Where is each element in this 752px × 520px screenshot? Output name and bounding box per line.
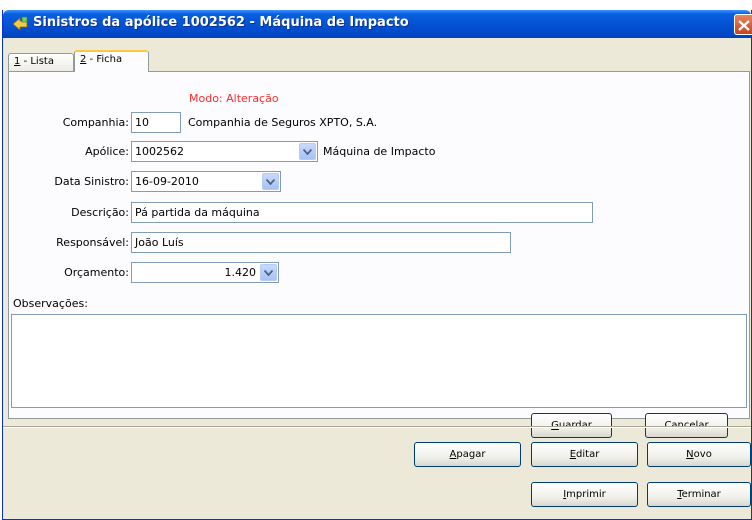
descricao-label: Descrição: bbox=[71, 206, 129, 219]
novo-accesskey: N bbox=[686, 449, 694, 460]
data-sinistro-value: 16-09-2010 bbox=[135, 175, 199, 188]
observacoes-label: Observações: bbox=[13, 297, 88, 310]
observacoes-textarea[interactable] bbox=[11, 314, 747, 408]
data-sinistro-label: Data Sinistro: bbox=[54, 175, 129, 188]
apolice-description: Máquina de Impacto bbox=[323, 145, 436, 158]
apagar-button[interactable]: Apagar bbox=[414, 442, 521, 467]
ficha-panel: Modo: Alteração Companhia: 10 Companhia … bbox=[8, 71, 750, 438]
separator bbox=[3, 426, 751, 428]
window-title: Sinistros da apólice 1002562 - Máquina d… bbox=[33, 15, 409, 30]
editar-button[interactable]: Editar bbox=[531, 442, 638, 467]
companhia-label: Companhia: bbox=[62, 116, 129, 129]
imprimir-label: mprimir bbox=[566, 489, 606, 500]
data-sinistro-picker[interactable]: 16-09-2010 bbox=[131, 171, 281, 192]
tab-ficha[interactable]: 2 - Ficha bbox=[74, 50, 149, 72]
apagar-label: pagar bbox=[456, 449, 486, 460]
terminar-label: erminar bbox=[681, 489, 721, 500]
novo-button[interactable]: Novo bbox=[647, 442, 751, 467]
orcamento-label: Orçamento: bbox=[64, 266, 129, 279]
apolice-label: Apólice: bbox=[85, 145, 129, 158]
apolice-dropdown-button[interactable] bbox=[299, 143, 316, 160]
chevron-down-icon bbox=[264, 270, 273, 276]
tab-ficha-label: - Ficha bbox=[86, 54, 123, 65]
chevron-down-icon bbox=[266, 179, 275, 185]
descricao-input[interactable]: Pá partida da máquina bbox=[131, 202, 593, 223]
orcamento-dropdown-button[interactable] bbox=[260, 264, 277, 281]
title-bar[interactable]: Sinistros da apólice 1002562 - Máquina d… bbox=[3, 10, 752, 38]
companhia-name: Companhia de Seguros XPTO, S.A. bbox=[188, 116, 378, 129]
companhia-input[interactable]: 10 bbox=[131, 112, 181, 133]
terminar-button[interactable]: Terminar bbox=[647, 482, 751, 507]
tab-lista[interactable]: 1 - Lista bbox=[8, 53, 74, 71]
orcamento-value: 1.420 bbox=[224, 266, 257, 279]
apolice-select[interactable]: 1002562 bbox=[131, 141, 318, 162]
novo-label: ovo bbox=[693, 449, 712, 460]
app-arrow-icon bbox=[11, 15, 29, 33]
close-button[interactable] bbox=[734, 14, 752, 35]
orcamento-input[interactable]: 1.420 bbox=[131, 262, 279, 283]
responsavel-label: Responsável: bbox=[56, 236, 129, 249]
apolice-value: 1002562 bbox=[135, 145, 184, 158]
tab-lista-label: - Lista bbox=[20, 56, 54, 67]
close-icon bbox=[738, 20, 750, 31]
chevron-down-icon bbox=[303, 149, 312, 155]
mode-indicator: Modo: Alteração bbox=[189, 92, 279, 105]
editar-label: ditar bbox=[576, 449, 600, 460]
data-sinistro-dropdown-button[interactable] bbox=[262, 173, 279, 190]
dialog-window: Sinistros da apólice 1002562 - Máquina d… bbox=[2, 10, 752, 520]
imprimir-button[interactable]: Imprimir bbox=[531, 482, 638, 507]
responsavel-input[interactable]: João Luís bbox=[131, 232, 511, 253]
